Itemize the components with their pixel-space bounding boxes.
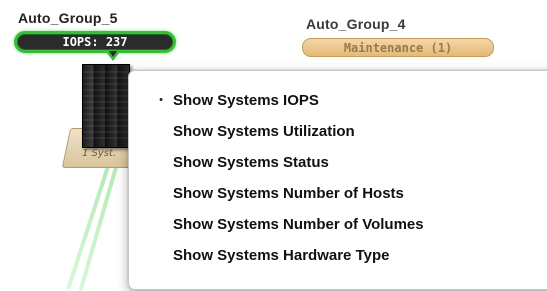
server-rack-icon[interactable]: [82, 64, 130, 148]
connection-line: [78, 160, 120, 291]
system-count-label: 1 Syst.: [82, 148, 117, 159]
connection-line: [66, 160, 112, 290]
menu-item-label: Show Systems IOPS: [173, 91, 319, 109]
maintenance-badge[interactable]: Maintenance (1): [302, 38, 494, 57]
menu-item-show-systems-number-of-volumes[interactable]: Show Systems Number of Volumes: [129, 209, 547, 239]
menu-item-label: Show Systems Number of Volumes: [173, 215, 424, 233]
group-title-auto-group-5[interactable]: Auto_Group_5: [18, 10, 118, 26]
iops-badge[interactable]: IOPS: 237: [14, 31, 176, 53]
context-menu: • Show Systems IOPS Show Systems Utiliza…: [128, 70, 547, 290]
menu-item-show-systems-utilization[interactable]: Show Systems Utilization: [129, 116, 547, 146]
badge-pointer: [106, 51, 120, 61]
bullet-icon: •: [159, 94, 163, 106]
menu-item-label: Show Systems Hardware Type: [173, 246, 390, 264]
menu-item-label: Show Systems Status: [173, 153, 329, 171]
menu-item-label: Show Systems Utilization: [173, 122, 355, 140]
menu-item-show-systems-hardware-type[interactable]: Show Systems Hardware Type: [129, 240, 547, 270]
menu-item-label: Show Systems Number of Hosts: [173, 184, 404, 202]
menu-item-show-systems-number-of-hosts[interactable]: Show Systems Number of Hosts: [129, 178, 547, 208]
group-title-auto-group-4[interactable]: Auto_Group_4: [306, 16, 406, 32]
menu-item-show-systems-status[interactable]: Show Systems Status: [129, 147, 547, 177]
menu-item-show-systems-iops[interactable]: • Show Systems IOPS: [129, 85, 547, 115]
